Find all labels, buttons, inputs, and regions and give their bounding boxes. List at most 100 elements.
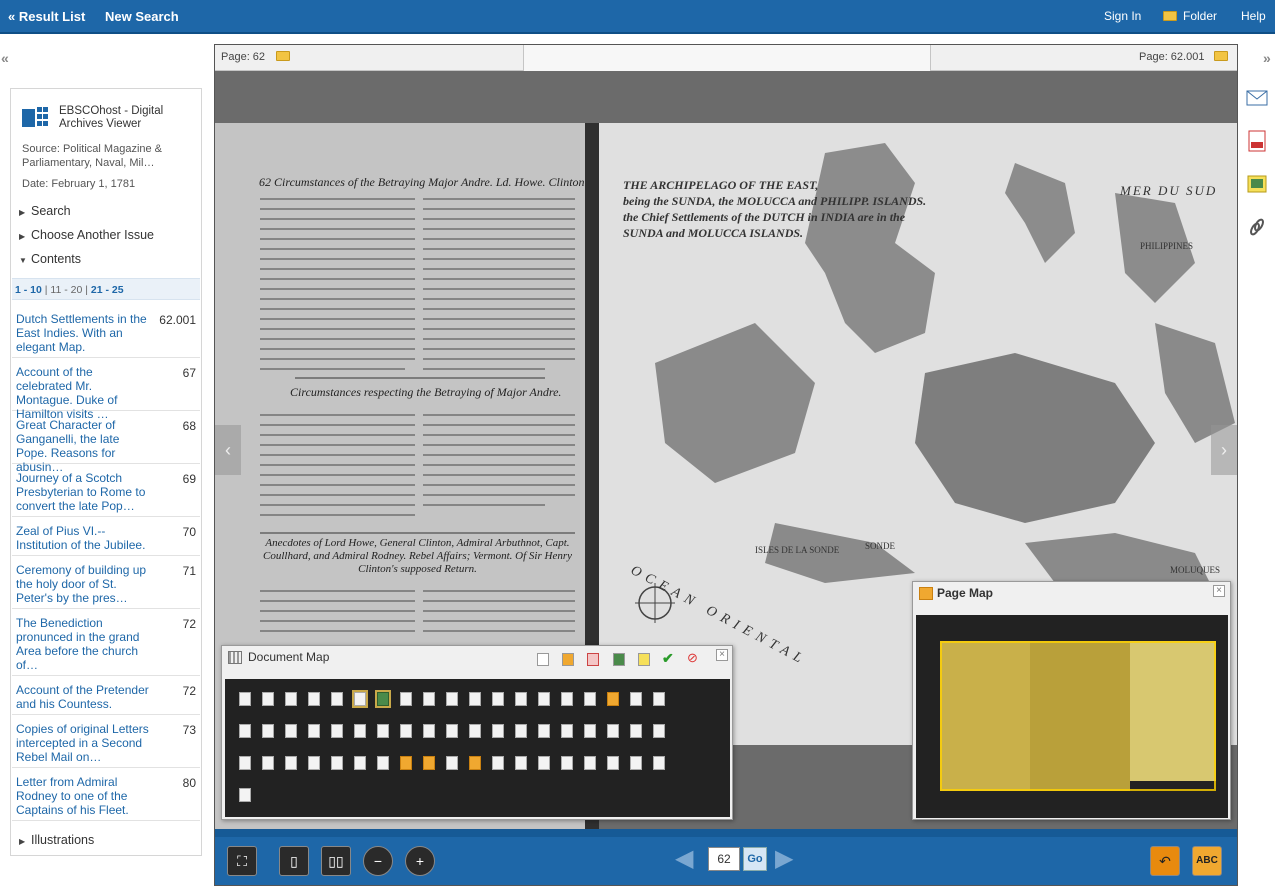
page-thumb[interactable] — [515, 692, 527, 706]
clear-icon[interactable]: ⊘ — [687, 650, 698, 666]
undo-icon[interactable]: ↶ — [1150, 846, 1180, 876]
next-page-icon[interactable]: ▶ — [775, 846, 799, 872]
pdf-icon[interactable] — [1246, 130, 1268, 152]
sign-in-link[interactable]: Sign In — [1104, 9, 1141, 23]
current-page-thumb[interactable] — [352, 690, 368, 708]
highlighted-page-thumb[interactable] — [423, 756, 435, 770]
page-thumb[interactable] — [446, 692, 458, 706]
zoom-out-icon[interactable]: − — [363, 846, 393, 876]
page-thumb[interactable] — [607, 756, 619, 770]
two-page-icon[interactable]: ▯▯ — [321, 846, 351, 876]
add-to-folder-icon[interactable] — [1213, 51, 1228, 61]
folder-link[interactable]: Folder — [1163, 9, 1217, 23]
page-thumb[interactable] — [515, 756, 527, 770]
previous-page-arrow-icon[interactable]: ‹ — [215, 425, 241, 475]
toc-item[interactable]: Letter from Admiral Rodney to one of the… — [12, 768, 200, 821]
previous-page-icon[interactable]: ◀ — [675, 846, 699, 872]
page-thumb[interactable] — [653, 692, 665, 706]
next-page-arrow-icon[interactable]: › — [1211, 425, 1237, 475]
toc-item[interactable]: Copies of original Letters intercepted i… — [12, 715, 200, 768]
new-search-link[interactable]: New Search — [105, 9, 179, 24]
page-thumb[interactable] — [423, 692, 435, 706]
page-thumb[interactable] — [285, 724, 297, 738]
page-thumb[interactable] — [239, 724, 251, 738]
page-thumb[interactable] — [515, 724, 527, 738]
page-thumb[interactable] — [354, 724, 366, 738]
page-thumb[interactable] — [469, 692, 481, 706]
page-thumb[interactable] — [308, 692, 320, 706]
pager-21-25[interactable]: 21 - 25 — [91, 284, 124, 296]
map-page-thumb[interactable] — [375, 690, 391, 708]
page-thumb[interactable] — [331, 724, 343, 738]
check-icon[interactable]: ✔ — [662, 650, 674, 667]
toc-item[interactable]: Zeal of Pius VI.--Institution of the Jub… — [12, 517, 200, 556]
toc-item[interactable]: Journey of a Scotch Presbyterian to Rome… — [12, 464, 200, 517]
go-button[interactable]: Go — [743, 847, 767, 871]
page-number-input[interactable]: 62 — [708, 847, 740, 871]
contents-accordion[interactable]: ▼ Contents — [19, 252, 81, 266]
highlighted-page-filter-icon[interactable] — [562, 653, 574, 666]
blank-page-filter-icon[interactable] — [537, 653, 549, 666]
spell-check-icon[interactable]: ABC — [1192, 846, 1222, 876]
page-thumb[interactable] — [653, 724, 665, 738]
highlighted-page-thumb[interactable] — [607, 692, 619, 706]
page-thumb[interactable] — [239, 788, 251, 802]
add-to-folder-icon[interactable] — [276, 51, 291, 61]
toc-item[interactable]: Dutch Settlements in the East Indies. Wi… — [12, 305, 200, 358]
page-thumb[interactable] — [262, 756, 274, 770]
page-thumb[interactable] — [492, 692, 504, 706]
pager-1-10[interactable]: 1 - 10 — [15, 284, 42, 296]
page-thumb[interactable] — [423, 724, 435, 738]
page-thumb[interactable] — [377, 756, 389, 770]
page-thumb[interactable] — [492, 724, 504, 738]
page-thumb[interactable] — [308, 724, 320, 738]
help-link[interactable]: Help — [1241, 9, 1266, 23]
page-thumb[interactable] — [331, 692, 343, 706]
toc-item-title[interactable]: Ceremony of building up the holy door of… — [16, 563, 151, 605]
page-thumb[interactable] — [377, 724, 389, 738]
page-thumb[interactable] — [354, 756, 366, 770]
highlighted-page-thumb[interactable] — [469, 756, 481, 770]
page-thumb[interactable] — [239, 692, 251, 706]
toc-item[interactable]: Account of the celebrated Mr. Montague. … — [12, 358, 200, 421]
page-thumb[interactable] — [446, 756, 458, 770]
collapse-right-panel-icon[interactable]: » — [1263, 50, 1271, 66]
page-thumb[interactable] — [584, 756, 596, 770]
permalink-icon[interactable] — [1246, 216, 1268, 238]
page-thumb[interactable] — [538, 756, 550, 770]
toc-item-title[interactable]: Letter from Admiral Rodney to one of the… — [16, 775, 151, 817]
choose-issue-accordion[interactable]: ▶ Choose Another Issue — [19, 228, 154, 242]
close-icon[interactable]: × — [1213, 585, 1225, 597]
toc-item[interactable]: Ceremony of building up the holy door of… — [12, 556, 200, 609]
page-thumb[interactable] — [607, 724, 619, 738]
page-thumb[interactable] — [630, 692, 642, 706]
page-map-viewport[interactable] — [940, 641, 1216, 791]
page-thumb[interactable] — [446, 724, 458, 738]
page-thumb[interactable] — [239, 756, 251, 770]
toc-item[interactable]: The Benediction pronunced in the grand A… — [12, 609, 200, 676]
page-thumb[interactable] — [538, 692, 550, 706]
email-icon[interactable] — [1246, 87, 1268, 109]
page-thumb[interactable] — [492, 756, 504, 770]
toc-item-title[interactable]: Zeal of Pius VI.--Institution of the Jub… — [16, 524, 151, 552]
page-thumb[interactable] — [561, 756, 573, 770]
article-page-filter-icon[interactable] — [587, 653, 599, 666]
illustrations-accordion[interactable]: ▶ Illustrations — [19, 833, 94, 847]
note-page-filter-icon[interactable] — [638, 653, 650, 666]
toc-item-title[interactable]: Copies of original Letters intercepted i… — [16, 722, 151, 764]
page-thumb[interactable] — [561, 692, 573, 706]
page-thumb[interactable] — [653, 756, 665, 770]
search-accordion[interactable]: ▶ Search — [19, 204, 71, 218]
fullscreen-icon[interactable]: ⛶ — [227, 846, 257, 876]
page-thumb[interactable] — [469, 724, 481, 738]
page-thumb[interactable] — [630, 724, 642, 738]
save-image-icon[interactable] — [1246, 173, 1268, 195]
page-thumb[interactable] — [262, 724, 274, 738]
page-thumb[interactable] — [400, 692, 412, 706]
toc-item[interactable]: Great Character of Ganganelli, the late … — [12, 411, 200, 474]
highlighted-page-thumb[interactable] — [400, 756, 412, 770]
toc-item-title[interactable]: Dutch Settlements in the East Indies. Wi… — [16, 312, 151, 354]
single-page-icon[interactable]: ▯ — [279, 846, 309, 876]
page-thumb[interactable] — [331, 756, 343, 770]
result-list-link[interactable]: « Result List — [8, 9, 85, 24]
